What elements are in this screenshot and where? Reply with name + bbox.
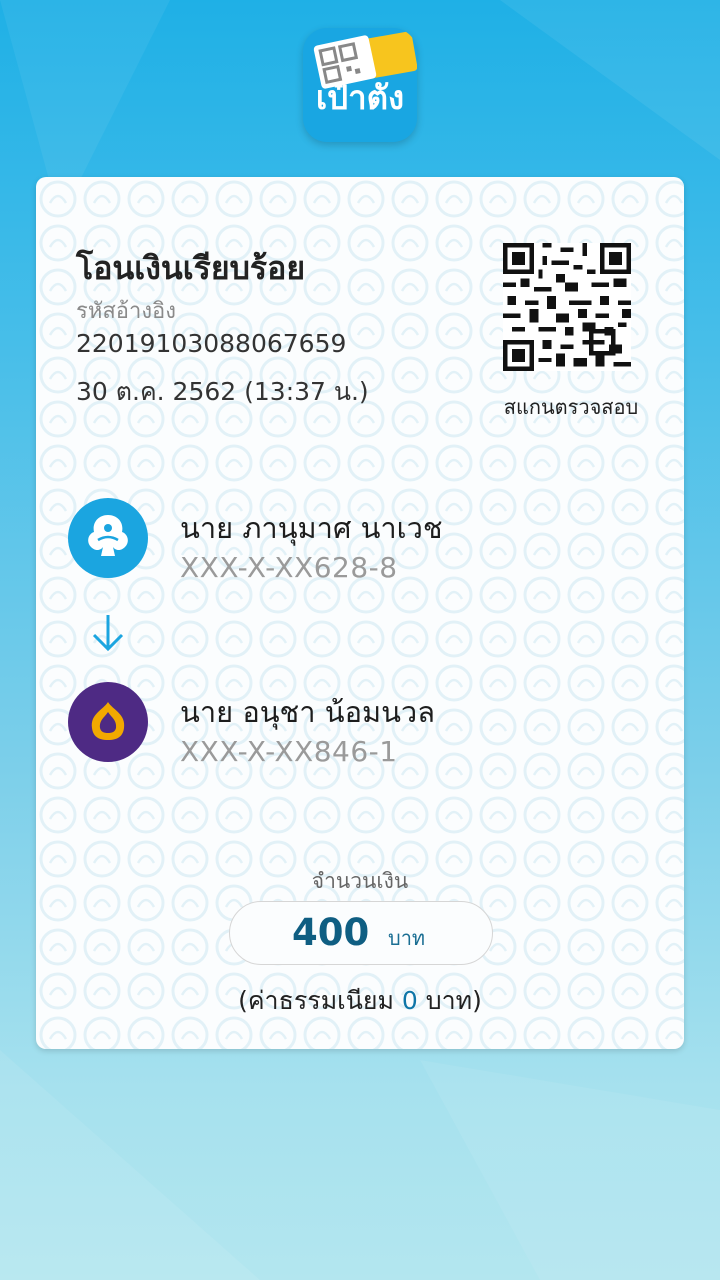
transfer-datetime: 30 ต.ค. 2562 (13:37 น.) bbox=[76, 377, 369, 406]
verification-qr-code[interactable] bbox=[503, 243, 631, 371]
transfer-slip-card: โอนเงินเรียบร้อย รหัสอ้างอิง 22019103088… bbox=[36, 177, 684, 1049]
amount-unit: บาท bbox=[388, 926, 426, 950]
amount-pill: 400 บาท bbox=[229, 901, 493, 965]
sender-account: XXX-X-XX628-8 bbox=[180, 551, 398, 584]
receiver-account: XXX-X-XX846-1 bbox=[180, 735, 398, 768]
fee-prefix: (ค่าธรรมเนียม bbox=[238, 986, 394, 1015]
sender-name: นาย ภานุมาศ นาเวช bbox=[180, 511, 443, 545]
receiver-bank-logo bbox=[68, 682, 148, 762]
arrow-down-icon bbox=[92, 615, 124, 652]
app-logo-text: เป๋าตัง bbox=[315, 78, 405, 117]
qr-scan-label: สแกนตรวจสอบ bbox=[503, 395, 639, 419]
receiver-name: นาย อนุชา น้อมนวล bbox=[180, 695, 435, 729]
reference-number: 22019103088067659 bbox=[76, 329, 347, 358]
amount-value: 400 bbox=[292, 911, 370, 954]
fee-suffix: บาท) bbox=[425, 986, 482, 1015]
sender-bank-logo bbox=[68, 498, 148, 578]
fee-value: 0 bbox=[401, 986, 418, 1015]
page-title: โอนเงินเรียบร้อย bbox=[76, 249, 306, 287]
reference-label: รหัสอ้างอิง bbox=[76, 299, 177, 324]
amount-label: จำนวนเงิน bbox=[311, 869, 409, 893]
app-logo: เป๋าตัง bbox=[303, 28, 417, 142]
fee-text: (ค่าธรรมเนียม 0 บาท) bbox=[36, 981, 684, 1021]
